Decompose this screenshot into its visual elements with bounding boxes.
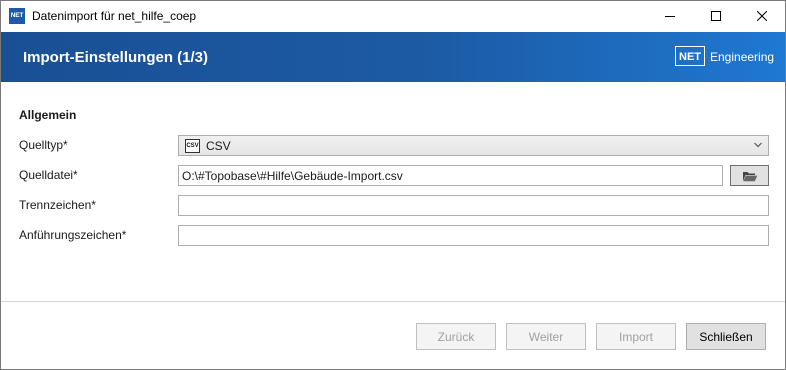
- minimize-button[interactable]: [647, 1, 693, 31]
- maximize-icon: [711, 11, 721, 21]
- csv-file-icon: CSV: [185, 139, 200, 153]
- separator-label: Trennzeichen*: [19, 198, 96, 212]
- browse-file-button[interactable]: [730, 165, 769, 186]
- source-file-input[interactable]: O:\#Topobase\#Hilfe\Gebäude-Import.csv: [178, 165, 723, 186]
- footer-divider: [1, 301, 785, 302]
- quote-char-label: Anführungszeichen*: [19, 228, 127, 242]
- net-logo-text: Engineering: [710, 50, 775, 64]
- import-button[interactable]: Import: [596, 323, 676, 350]
- back-button[interactable]: Zurück: [416, 323, 496, 350]
- source-type-value: CSV: [206, 139, 231, 153]
- import-dialog: NET Datenimport für net_hilfe_coep Impor…: [0, 0, 786, 370]
- chevron-down-icon: [754, 142, 762, 148]
- title-bar: NET Datenimport für net_hilfe_coep: [1, 1, 785, 31]
- close-icon: [757, 11, 767, 21]
- source-file-label: Quelldatei*: [19, 168, 78, 182]
- header-banner: Import-Einstellungen (1/3) NET Engineeri…: [1, 32, 785, 82]
- source-type-label: Quelltyp*: [19, 138, 68, 152]
- next-button[interactable]: Weiter: [506, 323, 586, 350]
- minimize-icon: [665, 16, 675, 17]
- window-title: Datenimport für net_hilfe_coep: [32, 9, 197, 23]
- close-window-button[interactable]: [739, 1, 785, 31]
- source-type-combobox[interactable]: CSV CSV: [178, 135, 769, 156]
- separator-input[interactable]: [178, 195, 769, 216]
- close-button[interactable]: Schließen: [686, 323, 766, 350]
- maximize-button[interactable]: [693, 1, 739, 31]
- net-logo-box: NET: [675, 46, 705, 66]
- page-title: Import-Einstellungen (1/3): [23, 49, 209, 66]
- app-logo-icon: NET: [9, 8, 25, 24]
- quote-char-input[interactable]: [178, 225, 769, 246]
- folder-open-icon: [742, 171, 757, 181]
- section-title-general: Allgemein: [19, 108, 77, 122]
